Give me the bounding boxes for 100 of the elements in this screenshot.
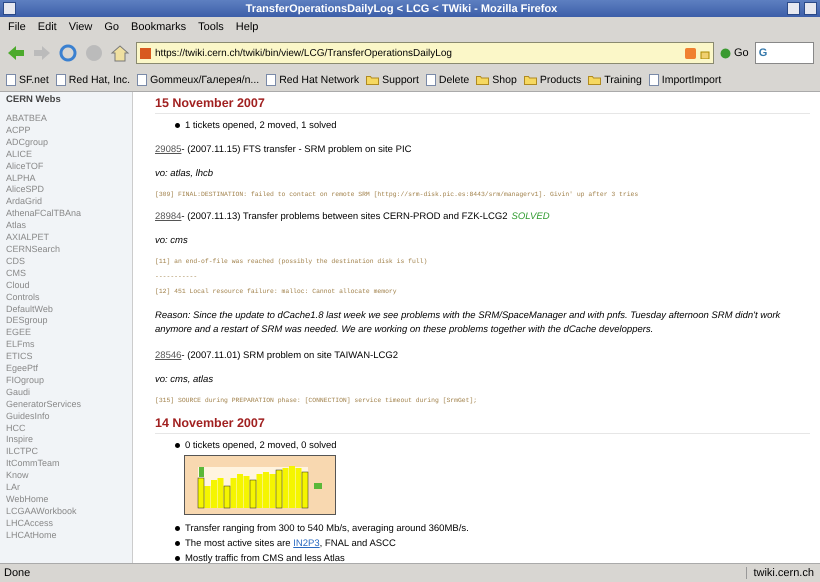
sidebar-link[interactable]: ILCTPC bbox=[6, 446, 132, 458]
bullet-icon bbox=[175, 556, 180, 561]
sidebar-link[interactable]: ACPP bbox=[6, 124, 132, 137]
sidebar-link[interactable]: DESgroup bbox=[6, 315, 132, 328]
sidebar-link[interactable]: ADCgroup bbox=[6, 136, 132, 149]
page-icon bbox=[266, 74, 276, 86]
sidebar-link[interactable]: ArdaGrid bbox=[6, 196, 132, 208]
menu-item[interactable]: Help bbox=[236, 21, 258, 33]
vo-label: vo: atlas, lhcb bbox=[155, 168, 214, 179]
sidebar-link[interactable]: Controls bbox=[6, 292, 132, 304]
sidebar-link[interactable]: AliceSPD bbox=[6, 184, 132, 196]
sidebar-link[interactable]: ALPHA bbox=[6, 172, 132, 184]
page-icon bbox=[6, 74, 16, 86]
bookmark-link[interactable]: Shop bbox=[476, 74, 517, 86]
sidebar-link[interactable]: EGEE bbox=[6, 327, 132, 340]
bullet-text: The most active sites are IN2P3, FNAL and ASCC bbox=[185, 538, 396, 549]
sidebar-link[interactable]: AliceTOF bbox=[6, 160, 132, 173]
sidebar-link[interactable]: Inspire bbox=[6, 434, 132, 446]
page-icon bbox=[426, 74, 436, 86]
sidebar-link[interactable]: ABATBEA bbox=[6, 113, 132, 125]
date-heading: 15 November 2007 bbox=[155, 92, 810, 114]
sidebar-link[interactable]: ItCommTeam bbox=[6, 458, 132, 470]
address-field[interactable]: https://twiki.cern.ch/twiki/bin/view/LCG/TransferOperationsDailyLog bbox=[136, 42, 714, 64]
ticket-link[interactable]: 28546 bbox=[155, 350, 182, 361]
rss-icon bbox=[685, 48, 696, 58]
sidebar-link[interactable]: LHCAtHome bbox=[6, 530, 132, 542]
sidebar-link[interactable]: Cloud bbox=[6, 280, 132, 292]
sidebar-link[interactable]: CMS bbox=[6, 268, 132, 280]
sidebar-link[interactable]: LCGAAWorkbook bbox=[6, 506, 132, 518]
bookmark-link[interactable]: Training bbox=[588, 74, 642, 86]
sidebar-link[interactable]: GuidesInfo bbox=[6, 410, 132, 423]
ticket-link[interactable]: 28984 bbox=[155, 211, 182, 222]
bookmark-link[interactable]: Delete bbox=[426, 74, 470, 86]
ticket-link[interactable]: 29085 bbox=[155, 144, 182, 155]
folder-icon bbox=[588, 75, 602, 85]
folder-icon bbox=[524, 75, 537, 85]
menu-item[interactable]: Tools bbox=[198, 21, 224, 33]
reason-paragraph: Reason: Since the update to dCache1.8 last week we see problems with the SRM/SpaceManager and with pnfs. Tuesday afternoon SRM didn't work anymore and a restart of SRM was needed. We are working on these problems together with the dCache developpers. bbox=[155, 309, 782, 337]
ticket-title: - (2007.11.13) Transfer problems between sites CERN-PROD and FZK-LCG2 bbox=[181, 211, 508, 222]
vo-label: vo: cms bbox=[155, 235, 189, 246]
page-icon bbox=[56, 74, 66, 86]
date-heading: 14 November 2007 bbox=[155, 412, 810, 434]
sidebar-link[interactable]: CDS bbox=[6, 256, 132, 268]
bookmark-link[interactable]: ImportImport bbox=[648, 74, 722, 86]
sidebar-link[interactable]: DefaultWeb bbox=[6, 304, 132, 316]
home-icon[interactable] bbox=[110, 43, 130, 63]
bullet-text: Transfer ranging from 300 to 540 Mb/s, averaging around 360MB/s. bbox=[185, 523, 469, 534]
sidebar-title: CERN Webs bbox=[6, 93, 62, 107]
bullet-text: 0 tickets opened, 2 moved, 0 solved bbox=[185, 440, 337, 451]
status-host: twiki.cern.ch bbox=[746, 567, 820, 579]
sidebar-link[interactable]: EgeePtf bbox=[6, 363, 132, 375]
sidebar-link[interactable]: GeneratorServices bbox=[6, 398, 132, 411]
bookmark-link[interactable]: Red Hat Network bbox=[266, 74, 360, 86]
back-arrow-icon[interactable] bbox=[6, 43, 26, 63]
reload-icon[interactable] bbox=[58, 43, 78, 63]
vo-label: vo: cms, atlas bbox=[155, 374, 214, 385]
status-text: Done bbox=[3, 567, 30, 579]
bullet-icon bbox=[175, 541, 180, 546]
sidebar-link[interactable]: HCC bbox=[6, 422, 132, 434]
bookmark-link[interactable]: Products bbox=[524, 74, 582, 86]
site-link[interactable]: IN2P3 bbox=[293, 538, 320, 549]
window-menu-button[interactable] bbox=[3, 2, 16, 15]
menu-item[interactable]: Bookmarks bbox=[131, 21, 186, 33]
bookmark-link[interactable]: SF.net bbox=[6, 74, 49, 86]
bullet-text: 1 tickets opened, 2 moved, 1 solved bbox=[185, 120, 337, 131]
bookmark-link[interactable]: Gommeux/Галерея/n... bbox=[137, 74, 260, 86]
sidebar-link[interactable]: Gaudi bbox=[6, 386, 132, 399]
go-button[interactable]: Go bbox=[720, 47, 749, 59]
maximize-button[interactable] bbox=[804, 2, 817, 15]
bullet-icon bbox=[175, 443, 180, 448]
sidebar-link[interactable]: LAr bbox=[6, 482, 132, 494]
window-title: TransferOperationsDailyLog < LCG < TWiki - Mozilla Firefox bbox=[244, 2, 558, 14]
menu-item[interactable]: View bbox=[68, 21, 92, 33]
sidebar-link[interactable]: AthenaFCalTBAna bbox=[6, 208, 132, 220]
bookmark-link[interactable]: Red Hat, Inc. bbox=[56, 74, 130, 86]
sidebar-link[interactable]: WebHome bbox=[6, 494, 132, 506]
sidebar-link[interactable]: CERNSearch bbox=[6, 244, 132, 256]
folder-icon bbox=[366, 75, 380, 85]
menu-item[interactable]: File bbox=[8, 21, 26, 33]
bullet-icon bbox=[175, 526, 180, 531]
minimize-button[interactable] bbox=[787, 2, 800, 15]
bullet-text: Mostly traffic from CMS and less Atlas bbox=[185, 553, 345, 563]
go-icon bbox=[720, 48, 731, 58]
sidebar-link[interactable]: FIOgroup bbox=[6, 374, 132, 387]
sidebar-link[interactable]: ELFms bbox=[6, 339, 132, 352]
status-label: SOLVED bbox=[512, 211, 550, 222]
bookmark-link[interactable]: Support bbox=[366, 74, 419, 86]
sidebar-link[interactable]: AXIALPET bbox=[6, 232, 132, 244]
menu-item[interactable]: Go bbox=[104, 21, 120, 33]
ticket-title: - (2007.11.01) SRM problem on site TAIWAN-LCG2 bbox=[181, 350, 398, 361]
search-field[interactable]: G bbox=[754, 42, 814, 64]
sidebar-link[interactable]: ALICE bbox=[6, 148, 132, 161]
sidebar-link[interactable]: Know bbox=[6, 470, 132, 482]
site-icon bbox=[140, 48, 151, 58]
menu-item[interactable]: Edit bbox=[38, 21, 57, 33]
sidebar-link[interactable]: ETICS bbox=[6, 351, 132, 364]
folder-icon bbox=[476, 75, 490, 85]
ticket-title: - (2007.11.15) FTS transfer - SRM problem on site PIC bbox=[181, 144, 412, 155]
sidebar-link[interactable]: Atlas bbox=[6, 220, 132, 232]
sidebar-link[interactable]: LHCAccess bbox=[6, 518, 132, 530]
